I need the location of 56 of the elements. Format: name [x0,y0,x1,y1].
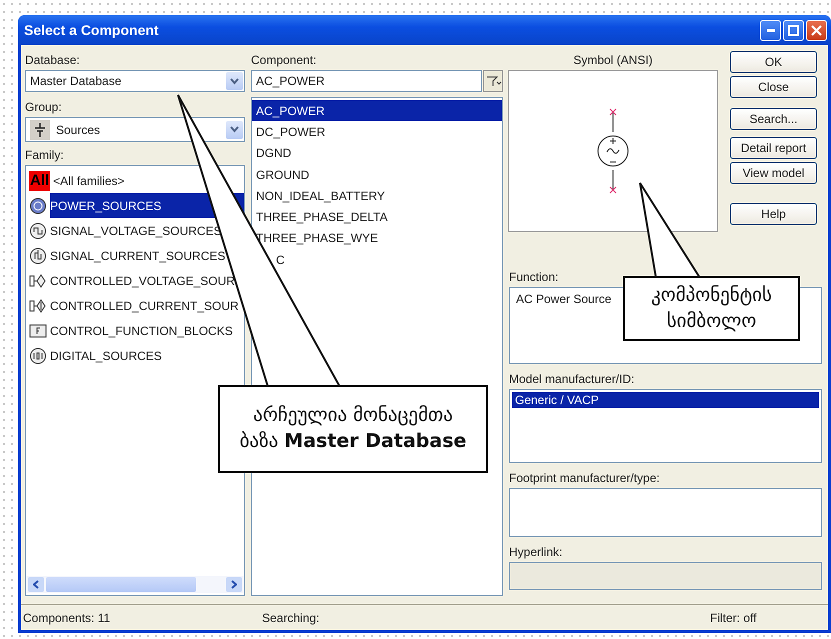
component-label: Component: [251,53,318,67]
family-item[interactable]: All <All families> [26,168,244,193]
source-icon [30,120,50,140]
controlled-current-icon [29,296,47,314]
status-text: Searching: [261,610,320,624]
component-item[interactable]: NON_IDEAL_BATTERY [252,185,502,206]
footprint-label: Footprint manufacturer/type: [509,471,661,485]
minimize-icon [766,28,774,32]
signal-current-icon [29,246,47,264]
dialog-button[interactable]: OK [730,51,817,73]
function-block-icon [29,322,47,340]
function-label: Function: [509,270,560,284]
family-item[interactable]: CONTROLLED_CURRENT_SOUR [26,293,244,318]
component-item[interactable]: DGND [252,142,502,164]
digital-icon [29,346,47,364]
callout: კომპონენტის სიმბოლო [623,276,800,341]
status-text: Components: 11 [22,610,112,624]
group-label: Group: [25,100,63,114]
component-field[interactable]: AC_POWER [251,70,482,92]
scroll-left-button[interactable] [28,577,44,592]
function-text: AC Power Source [515,291,612,308]
filter-icon[interactable] [483,70,503,92]
status-text: Filter: off [709,610,758,624]
family-item[interactable]: CONTROL_FUNCTION_BLOCKS [26,318,244,343]
family-label: Family: [25,148,65,162]
controlled-voltage-icon [29,272,47,290]
database-label: Database: [25,53,81,67]
minimize-button[interactable] [760,20,781,40]
power-icon [29,196,47,214]
family-item[interactable]: DIGITAL_SOURCES [26,343,244,368]
model-item[interactable]: Generic / VACP [512,392,819,408]
scroll-thumb[interactable] [46,577,196,592]
maximize-button[interactable] [783,20,804,40]
dialog-button[interactable]: Help [730,203,817,225]
hyperlink-label: Hyperlink: [509,545,564,559]
callout: არჩეულია მონაცემთა ბაზა Master Database [218,385,488,473]
horizontal-scrollbar[interactable] [26,576,244,593]
component-item[interactable]: THREE_PHASE_DELTA [252,206,502,228]
database-dropdown[interactable]: Master Database [25,70,245,92]
component-item[interactable]: GROUND [252,164,502,186]
dialog-button[interactable]: Detail report [730,137,817,159]
scroll-right-button[interactable] [226,577,242,592]
close-icon [811,24,822,36]
dialog-button[interactable]: Search... [730,108,817,130]
all-badge: All [29,170,50,190]
dialog-button[interactable]: Close [730,76,817,98]
component-item[interactable]: DC_POWER [252,121,502,143]
dialog-button[interactable]: View model [730,162,817,184]
model-label: Model manufacturer/ID: [509,372,636,386]
signal-voltage-icon [29,222,47,240]
group-dropdown[interactable]: Sources [25,117,245,142]
close-button[interactable] [806,20,827,40]
maximize-icon [788,24,799,36]
symbol-label: Symbol (ANSI) [573,53,653,67]
window-title: Select a Component [23,22,159,38]
component-item[interactable]: AC_POWER [252,100,502,122]
